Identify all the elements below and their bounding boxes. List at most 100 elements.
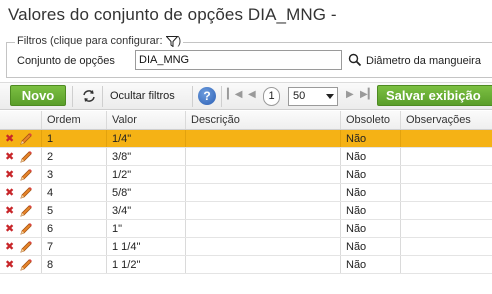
toolbar: Novo Ocultar filtros ? ▎◀ ◀ 1 50 ▶ ▶▎ Sa… (0, 82, 492, 110)
cell-ordem[interactable]: 7 (42, 238, 107, 255)
cell-ordem[interactable]: 8 (42, 256, 107, 273)
row-actions: ✖ (0, 202, 42, 219)
pencil-icon[interactable] (19, 204, 33, 218)
hide-filters-button[interactable]: Ocultar filtros (110, 90, 175, 102)
column-header-descricao[interactable]: Descrição (186, 111, 341, 129)
cell-observacoes[interactable] (401, 166, 492, 183)
delete-icon[interactable]: ✖ (5, 241, 14, 253)
table-row[interactable]: ✖ 4 5/8" Não (0, 184, 492, 202)
pencil-icon[interactable] (19, 150, 33, 164)
page-size-select[interactable]: 50 (288, 87, 338, 106)
cell-valor[interactable]: 3/4" (107, 202, 186, 219)
cell-obsoleto[interactable]: Não (341, 256, 401, 273)
last-page-icon[interactable]: ▶▎ (360, 89, 375, 100)
filters-legend[interactable]: Filtros (clique para configurar: ) (15, 35, 184, 47)
cell-ordem[interactable]: 6 (42, 220, 107, 237)
filters-legend-close: ) (177, 35, 182, 47)
cell-observacoes[interactable] (401, 220, 492, 237)
cell-descricao[interactable] (186, 202, 341, 219)
cell-observacoes[interactable] (401, 238, 492, 255)
cell-observacoes[interactable] (401, 130, 492, 147)
toolbar-divider (221, 86, 222, 107)
delete-icon[interactable]: ✖ (5, 205, 14, 217)
grid-header: Ordem Valor Descrição Obsoleto Observaçõ… (0, 111, 492, 130)
cell-valor[interactable]: 1 1/2" (107, 256, 186, 273)
cell-obsoleto[interactable]: Não (341, 238, 401, 255)
grid-body: ✖ 1 1/4" Não ✖ 2 3/8" Não ✖ 3 1/2" Não ✖ 4 5/8" Não ✖ 5 3/… (0, 130, 492, 274)
table-row[interactable]: ✖ 5 3/4" Não (0, 202, 492, 220)
cell-observacoes[interactable] (401, 184, 492, 201)
column-header-ordem[interactable]: Ordem (42, 111, 107, 129)
pencil-icon[interactable] (19, 258, 33, 272)
current-page-input[interactable]: 1 (263, 87, 280, 106)
row-actions: ✖ (0, 238, 42, 255)
pencil-icon[interactable] (19, 222, 33, 236)
table-row[interactable]: ✖ 7 1 1/4" Não (0, 238, 492, 256)
page-size-value: 50 (293, 90, 306, 102)
row-actions: ✖ (0, 130, 42, 147)
cell-observacoes[interactable] (401, 148, 492, 165)
cell-obsoleto[interactable]: Não (341, 166, 401, 183)
pencil-icon[interactable] (19, 186, 33, 200)
table-row[interactable]: ✖ 1 1/4" Não (0, 130, 492, 148)
cell-obsoleto[interactable]: Não (341, 220, 401, 237)
funnel-icon[interactable] (164, 35, 179, 47)
toolbar-divider (72, 86, 73, 107)
option-set-input[interactable] (135, 50, 342, 70)
table-row[interactable]: ✖ 3 1/2" Não (0, 166, 492, 184)
cell-descricao[interactable] (186, 238, 341, 255)
cell-descricao[interactable] (186, 166, 341, 183)
filters-legend-label[interactable]: Filtros (clique para configurar: (17, 35, 163, 47)
cell-obsoleto[interactable]: Não (341, 130, 401, 147)
column-header-observacoes[interactable]: Observações (401, 111, 492, 129)
cell-ordem[interactable]: 1 (42, 130, 107, 147)
delete-icon[interactable]: ✖ (5, 187, 14, 199)
table-row[interactable]: ✖ 2 3/8" Não (0, 148, 492, 166)
delete-icon[interactable]: ✖ (5, 133, 14, 145)
cell-descricao[interactable] (186, 220, 341, 237)
delete-icon[interactable]: ✖ (5, 259, 14, 271)
cell-ordem[interactable]: 3 (42, 166, 107, 183)
column-header-obsoleto[interactable]: Obsoleto (341, 111, 401, 129)
previous-page-icon[interactable]: ◀ (248, 89, 256, 100)
delete-icon[interactable]: ✖ (5, 169, 14, 181)
cell-valor[interactable]: 1 1/4" (107, 238, 186, 255)
cell-valor[interactable]: 1/2" (107, 166, 186, 183)
cell-ordem[interactable]: 4 (42, 184, 107, 201)
save-view-button[interactable]: Salvar exibição (377, 85, 492, 106)
delete-icon[interactable]: ✖ (5, 223, 14, 235)
cell-descricao[interactable] (186, 148, 341, 165)
table-row[interactable]: ✖ 6 1" Não (0, 220, 492, 238)
cell-observacoes[interactable] (401, 202, 492, 219)
new-button[interactable]: Novo (10, 85, 66, 106)
cell-valor[interactable]: 1/4" (107, 130, 186, 147)
pencil-icon[interactable] (19, 240, 33, 254)
option-set-description: Diâmetro da mangueira (366, 55, 481, 67)
search-icon[interactable] (348, 53, 362, 67)
cell-descricao[interactable] (186, 184, 341, 201)
first-page-icon[interactable]: ▎◀ (227, 89, 242, 100)
cell-valor[interactable]: 3/8" (107, 148, 186, 165)
delete-icon[interactable]: ✖ (5, 151, 14, 163)
cell-obsoleto[interactable]: Não (341, 184, 401, 201)
column-header-valor[interactable]: Valor (107, 111, 186, 129)
row-actions: ✖ (0, 256, 42, 273)
cell-valor[interactable]: 5/8" (107, 184, 186, 201)
table-row[interactable]: ✖ 8 1 1/2" Não (0, 256, 492, 274)
cell-descricao[interactable] (186, 256, 341, 273)
cell-ordem[interactable]: 5 (42, 202, 107, 219)
refresh-icon[interactable] (81, 88, 97, 104)
filters-panel: Filtros (clique para configurar: ) Conju… (6, 35, 492, 78)
pencil-icon[interactable] (19, 132, 33, 146)
cell-observacoes[interactable] (401, 256, 492, 273)
row-actions: ✖ (0, 148, 42, 165)
cell-obsoleto[interactable]: Não (341, 202, 401, 219)
help-icon[interactable]: ? (198, 87, 216, 105)
pencil-icon[interactable] (19, 168, 33, 182)
cell-ordem[interactable]: 2 (42, 148, 107, 165)
toolbar-divider (102, 86, 103, 107)
cell-obsoleto[interactable]: Não (341, 148, 401, 165)
next-page-icon[interactable]: ▶ (346, 89, 354, 100)
cell-valor[interactable]: 1" (107, 220, 186, 237)
cell-descricao[interactable] (186, 130, 341, 147)
